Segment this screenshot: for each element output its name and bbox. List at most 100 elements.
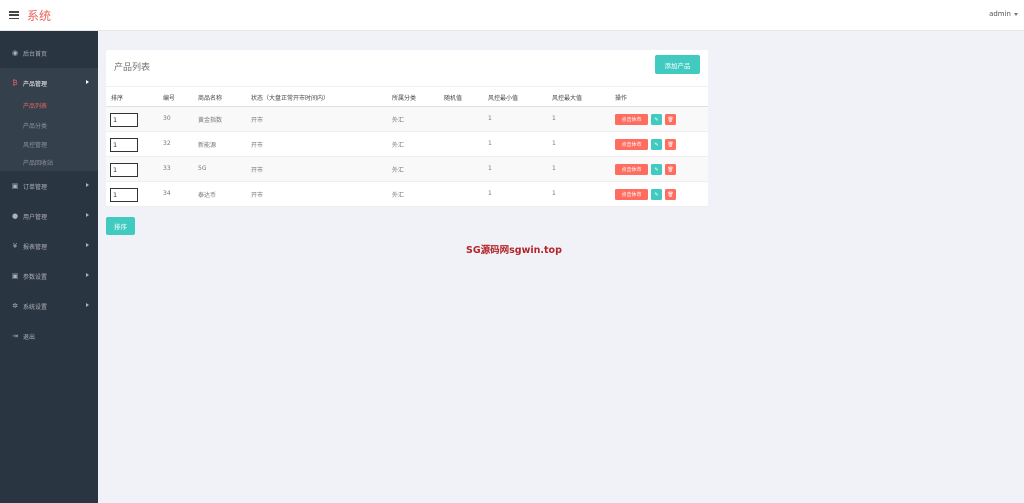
user-menu[interactable]: admin: [989, 10, 1018, 18]
user-icon: ●: [11, 212, 19, 220]
edit-icon[interactable]: ✎: [651, 189, 662, 200]
delete-icon[interactable]: 🗑: [665, 164, 676, 175]
column-header: 操作: [615, 95, 628, 102]
gears-icon: ✲: [12, 302, 18, 310]
app-title: 系统: [27, 9, 52, 23]
edit-icon[interactable]: ✎: [651, 139, 662, 150]
risk-max: 1: [552, 190, 556, 197]
risk-max: 1: [552, 115, 556, 122]
close-market-button[interactable]: 点击休市: [615, 139, 648, 150]
column-header: 状态（大盘正常开市时间内）: [251, 95, 330, 102]
sidebar-item-label: 用户管理: [23, 213, 48, 221]
sidebar-item-params[interactable]: ▣ 参数设置: [0, 261, 98, 291]
dashboard-icon: ◉: [11, 49, 19, 57]
product-id: 33: [163, 165, 171, 172]
column-header: 所属分类: [392, 95, 417, 102]
product-status: 开市: [251, 192, 264, 199]
column-header: 风控最小值: [488, 95, 519, 102]
submenu-item-recycle-bin[interactable]: 产品回收站: [23, 158, 53, 167]
product-name: 泰达币: [198, 192, 217, 199]
top-bar: 系统 admin: [0, 0, 1024, 31]
delete-icon[interactable]: 🗑: [665, 189, 676, 200]
yen-icon: ¥: [12, 242, 18, 250]
order-icon: ▣: [11, 182, 19, 190]
risk-max: 1: [552, 140, 556, 147]
sidebar-item-orders[interactable]: ▣ 订单管理: [0, 171, 98, 201]
risk-max: 1: [552, 165, 556, 172]
product-submenu: 产品列表 产品分类 风控管理 产品回收站: [0, 95, 98, 171]
sidebar-item-reports[interactable]: ¥ 报表管理: [0, 231, 98, 261]
product-name: 新能源: [198, 142, 217, 149]
sort-order-input[interactable]: 1: [110, 188, 138, 202]
sidebar-item-system[interactable]: ✲ 系统设置: [0, 291, 98, 321]
sidebar: 产品列表 产品分类 风控管理 产品回收站 ◉ 后台首页 ₿ 产品管理 ▣ 订单管…: [0, 31, 98, 503]
table-row: 1 33 5G 开市 外汇 1 1 点击休市 ✎ 🗑: [106, 157, 708, 182]
user-name: admin: [989, 10, 1011, 18]
product-id: 32: [163, 140, 171, 147]
risk-min: 1: [488, 115, 492, 122]
panel-title: 产品列表: [114, 63, 151, 73]
sidebar-item-users[interactable]: ● 用户管理: [0, 201, 98, 231]
submenu-item-product-list[interactable]: 产品列表: [23, 101, 47, 110]
sidebar-item-label: 系统设置: [23, 303, 48, 311]
product-category: 外汇: [392, 142, 405, 149]
sidebar-item-logout[interactable]: ⇥ 退出: [0, 321, 98, 351]
sort-order-input[interactable]: 1: [110, 113, 138, 127]
close-market-button[interactable]: 点击休市: [615, 164, 648, 175]
sort-order-input[interactable]: 1: [110, 163, 138, 177]
table-header: 排序 编号 商品名称 状态（大盘正常开市时间内） 所属分类 随机值 风控最小值 …: [106, 86, 708, 107]
watermark-text: SG源码网sgwin.top: [466, 245, 562, 256]
sidebar-item-label: 后台首页: [23, 50, 48, 58]
submenu-item-risk-control[interactable]: 风控管理: [23, 140, 47, 149]
product-icon: ₿: [12, 79, 18, 87]
chevron-right-icon: [86, 273, 89, 277]
product-category: 外汇: [392, 192, 405, 199]
submenu-item-product-category[interactable]: 产品分类: [23, 121, 47, 130]
risk-min: 1: [488, 165, 492, 172]
product-list-panel: 产品列表 添加产品 排序 编号 商品名称 状态（大盘正常开市时间内） 所属分类 …: [106, 50, 708, 207]
edit-icon[interactable]: ✎: [651, 114, 662, 125]
close-market-button[interactable]: 点击休市: [615, 189, 648, 200]
column-header: 随机值: [444, 95, 463, 102]
chevron-right-icon: [86, 303, 89, 307]
table-row: 1 30 黄金指数 开市 外汇 1 1 点击休市 ✎ 🗑: [106, 107, 708, 132]
chevron-right-icon: [86, 243, 89, 247]
column-header: 风控最大值: [552, 95, 583, 102]
delete-icon[interactable]: 🗑: [665, 114, 676, 125]
product-id: 30: [163, 115, 171, 122]
product-id: 34: [163, 190, 171, 197]
table-row: 1 34 泰达币 开市 外汇 1 1 点击休市 ✎ 🗑: [106, 182, 708, 207]
sidebar-item-label: 参数设置: [23, 273, 48, 281]
product-name: 黄金指数: [198, 117, 223, 124]
sidebar-item-label: 订单管理: [23, 183, 48, 191]
sort-button[interactable]: 排序: [106, 217, 135, 235]
sidebar-item-label: 退出: [23, 333, 36, 341]
chevron-right-icon: [86, 213, 89, 217]
column-header: 商品名称: [198, 95, 223, 102]
sidebar-item-home[interactable]: ◉ 后台首页: [0, 38, 98, 68]
sort-order-input[interactable]: 1: [110, 138, 138, 152]
product-status: 开市: [251, 117, 264, 124]
sidebar-item-label: 报表管理: [23, 243, 48, 251]
product-status: 开市: [251, 167, 264, 174]
chevron-right-icon: [86, 183, 89, 187]
product-category: 外汇: [392, 167, 405, 174]
add-product-button[interactable]: 添加产品: [655, 55, 700, 74]
chevron-right-icon: [86, 80, 89, 84]
column-header: 排序: [111, 95, 124, 102]
product-name: 5G: [198, 165, 207, 172]
product-category: 外汇: [392, 117, 405, 124]
risk-min: 1: [488, 190, 492, 197]
logout-icon: ⇥: [12, 332, 18, 340]
close-market-button[interactable]: 点击休市: [615, 114, 648, 125]
table-row: 1 32 新能源 开市 外汇 1 1 点击休市 ✎ 🗑: [106, 132, 708, 157]
sidebar-item-label: 产品管理: [23, 80, 48, 88]
product-status: 开市: [251, 142, 264, 149]
column-header: 编号: [163, 95, 176, 102]
chevron-down-icon: [1014, 12, 1018, 16]
delete-icon[interactable]: 🗑: [665, 139, 676, 150]
menu-toggle-icon[interactable]: [9, 11, 19, 19]
sidebar-item-products[interactable]: ₿ 产品管理: [0, 68, 98, 98]
risk-min: 1: [488, 140, 492, 147]
edit-icon[interactable]: ✎: [651, 164, 662, 175]
